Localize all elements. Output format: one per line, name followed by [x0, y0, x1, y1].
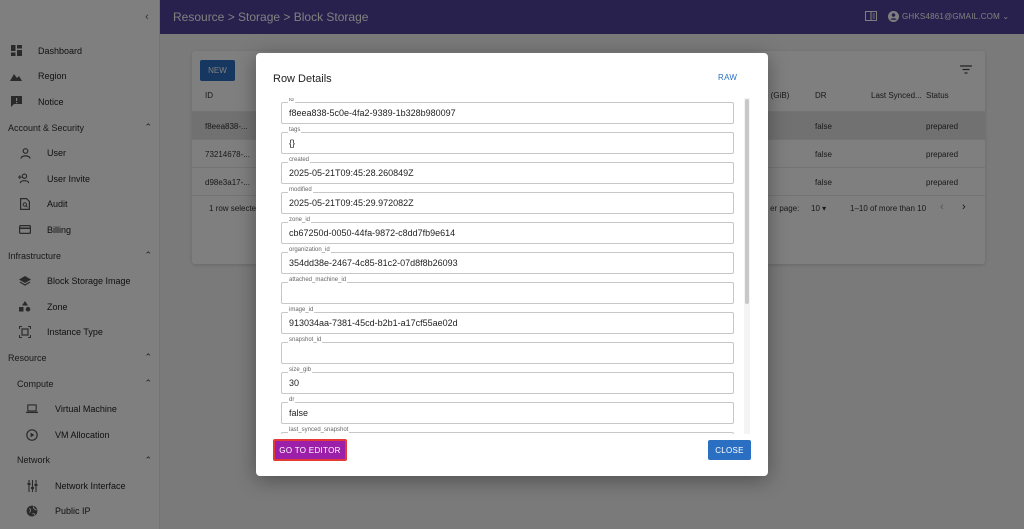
- field-label: id: [288, 98, 295, 103]
- close-button[interactable]: CLOSE: [708, 440, 751, 460]
- field-organization-id[interactable]: organization_id 354dd38e-2467-4c85-81c2-…: [281, 247, 734, 274]
- field-value: cb67250d-0050-44fa-9872-c8dd7fb9e614: [289, 228, 456, 238]
- field-label: organization_id: [288, 247, 331, 253]
- field-value: false: [289, 408, 309, 418]
- field-attached-machine-id[interactable]: attached_machine_id: [281, 277, 734, 304]
- field-id[interactable]: id f8eea838-5c0e-4fa2-9389-1b328b980097: [281, 98, 734, 124]
- field-value: 2025-05-21T09:45:29.972082Z: [289, 198, 414, 208]
- field-modified[interactable]: modified 2025-05-21T09:45:29.972082Z: [281, 187, 734, 214]
- field-last-synced-snapshot[interactable]: last_synced_snapshot: [281, 427, 734, 434]
- field-created[interactable]: created 2025-05-21T09:45:28.260849Z: [281, 157, 734, 184]
- field-label: tags: [288, 127, 302, 133]
- field-tags[interactable]: tags {}: [281, 127, 734, 154]
- field-value: 913034aa-7381-45cd-b2b1-a17cf55ae02d: [289, 318, 458, 328]
- field-label: size_gib: [288, 367, 313, 373]
- field-size-gib[interactable]: size_gib 30: [281, 367, 734, 394]
- field-label: created: [288, 157, 311, 163]
- field-label: attached_machine_id: [288, 277, 348, 283]
- fields-scroll-area[interactable]: id f8eea838-5c0e-4fa2-9389-1b328b980097 …: [281, 98, 749, 434]
- field-label: modified: [288, 187, 313, 193]
- field-label: image_id: [288, 307, 315, 313]
- go-to-editor-button[interactable]: GO TO EDITOR: [273, 439, 347, 461]
- dialog-title: Row Details: [273, 73, 332, 85]
- field-label: last_synced_snapshot: [288, 427, 350, 433]
- field-dr[interactable]: dr false: [281, 397, 734, 424]
- field-value: {}: [289, 138, 296, 148]
- raw-button[interactable]: RAW: [718, 73, 737, 82]
- field-image-id[interactable]: image_id 913034aa-7381-45cd-b2b1-a17cf55…: [281, 307, 734, 334]
- row-details-dialog: Row Details RAW id f8eea838-5c0e-4fa2-93…: [256, 53, 768, 476]
- field-label: snapshot_id: [288, 337, 323, 343]
- field-label: zone_id: [288, 217, 312, 223]
- field-snapshot-id[interactable]: snapshot_id: [281, 337, 734, 364]
- field-zone-id[interactable]: zone_id cb67250d-0050-44fa-9872-c8dd7fb9…: [281, 217, 734, 244]
- field-value: 30: [289, 378, 300, 388]
- field-value: 354dd38e-2467-4c85-81c2-07d8f8b26093: [289, 258, 458, 268]
- field-value: f8eea838-5c0e-4fa2-9389-1b328b980097: [289, 108, 456, 118]
- field-value: 2025-05-21T09:45:28.260849Z: [289, 168, 414, 178]
- field-label: dr: [288, 397, 296, 403]
- scrollbar-thumb[interactable]: [745, 99, 749, 304]
